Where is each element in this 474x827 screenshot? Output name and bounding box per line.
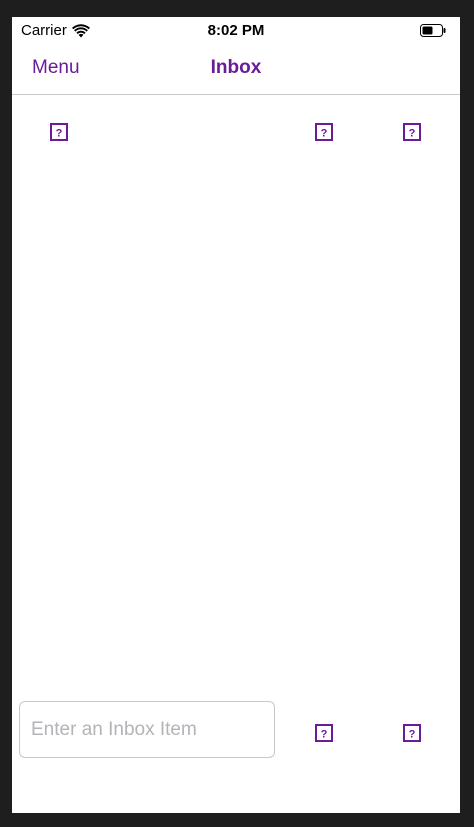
question-icon[interactable]: ? [403, 724, 421, 742]
status-time: 8:02 PM [207, 22, 265, 39]
svg-text:?: ? [321, 128, 328, 140]
svg-text:?: ? [409, 128, 416, 140]
question-icon[interactable]: ? [50, 123, 68, 141]
question-icon[interactable]: ? [315, 724, 333, 742]
svg-text:?: ? [321, 729, 328, 741]
battery-icon [420, 24, 446, 37]
question-icon[interactable]: ? [315, 123, 333, 141]
inbox-item-field[interactable] [19, 701, 275, 758]
svg-text:?: ? [409, 729, 416, 741]
navigation-bar: Menu Inbox [12, 45, 460, 95]
status-bar: Carrier 8:02 PM [12, 17, 460, 45]
inbox-item-input[interactable] [29, 717, 265, 742]
phone-screen: Carrier 8:02 PM Menu Inbox ? ? ? Enter a… [12, 17, 460, 813]
question-icon[interactable]: ? [403, 123, 421, 141]
page-title: Inbox [210, 57, 262, 78]
svg-text:?: ? [56, 128, 63, 140]
